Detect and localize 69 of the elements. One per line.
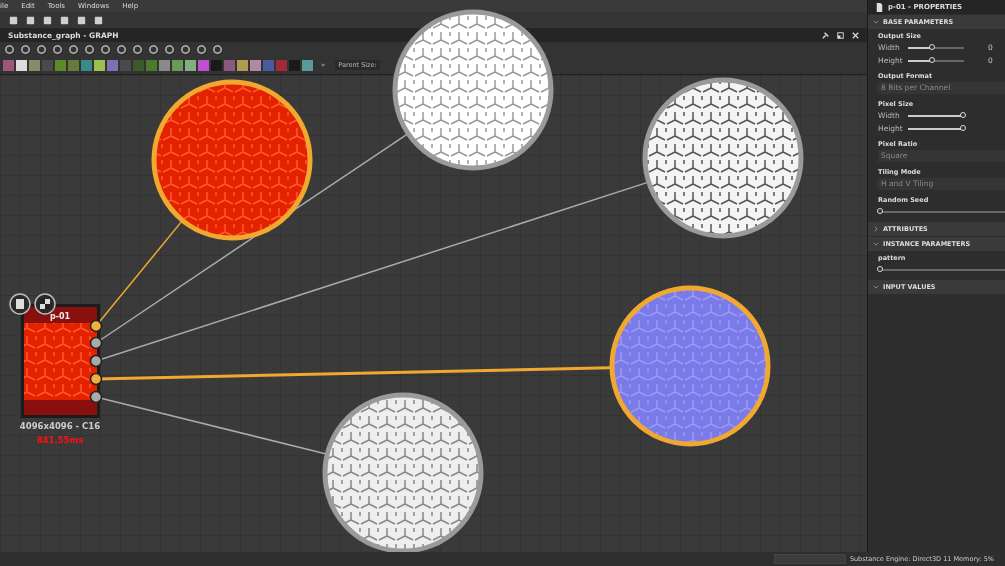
node-tool-icon[interactable] xyxy=(302,59,313,71)
document-icon[interactable] xyxy=(9,293,31,315)
node-tool-icon[interactable] xyxy=(224,59,235,71)
output-port[interactable] xyxy=(89,390,103,404)
node-tool-icon[interactable] xyxy=(263,59,274,71)
node-tool-icon[interactable] xyxy=(107,59,118,71)
tool-icon[interactable] xyxy=(4,43,15,55)
output-port[interactable] xyxy=(89,354,103,368)
slider[interactable] xyxy=(878,210,1005,213)
preview-node[interactable] xyxy=(322,392,484,554)
tool-icon[interactable] xyxy=(148,43,159,55)
chevron-icon xyxy=(873,284,879,290)
node-tool-icon[interactable] xyxy=(172,59,183,71)
node-tool-icon[interactable] xyxy=(276,59,287,71)
tool-icon[interactable] xyxy=(25,14,36,26)
tool-icon[interactable] xyxy=(84,43,95,55)
tool-icon[interactable] xyxy=(196,43,207,55)
tool-icon[interactable] xyxy=(42,14,53,26)
chevron-icon xyxy=(873,19,879,25)
node-tool-icon[interactable] xyxy=(55,59,66,71)
preview-node[interactable] xyxy=(151,79,313,241)
tool-icon[interactable] xyxy=(116,43,127,55)
node-tool-icon[interactable] xyxy=(16,59,27,71)
node-tool-icon[interactable] xyxy=(133,59,144,71)
node-tool-icon[interactable] xyxy=(146,59,157,71)
node-tool-icon[interactable] xyxy=(159,59,170,71)
tool-icon[interactable] xyxy=(164,43,175,55)
node-tool-icon[interactable] xyxy=(3,59,14,71)
output-port[interactable] xyxy=(89,319,103,333)
node-tool-icon[interactable] xyxy=(29,59,40,71)
node-tool-icon[interactable] xyxy=(198,59,209,71)
tool-icon[interactable] xyxy=(76,14,87,26)
node-size: 4096x4096 - C16 xyxy=(19,421,101,431)
tool-icon[interactable] xyxy=(93,14,104,26)
slider[interactable] xyxy=(908,114,964,117)
slider[interactable] xyxy=(908,127,964,130)
node-tool-icon[interactable] xyxy=(250,59,261,71)
node-tool-icon[interactable] xyxy=(94,59,105,71)
float-icon[interactable] xyxy=(835,29,846,41)
tool-icon[interactable] xyxy=(36,43,47,55)
tool-icon[interactable] xyxy=(68,43,79,55)
chevron-icon xyxy=(873,241,879,247)
slider[interactable] xyxy=(908,59,964,62)
preview-node[interactable] xyxy=(642,77,804,239)
node-tool-icon[interactable] xyxy=(237,59,248,71)
graph-node[interactable] xyxy=(21,304,100,418)
tool-icon[interactable] xyxy=(52,43,63,55)
slider[interactable] xyxy=(878,268,1005,271)
node-tool-icon[interactable] xyxy=(289,59,300,71)
node-time: 841.55ms xyxy=(36,435,84,445)
node-tool-icon[interactable] xyxy=(185,59,196,71)
preview-node[interactable] xyxy=(609,285,771,447)
node-tool-icon[interactable] xyxy=(81,59,92,71)
document-icon xyxy=(874,1,885,13)
output-port[interactable] xyxy=(89,372,103,386)
output-port[interactable] xyxy=(89,336,103,350)
tool-icon[interactable] xyxy=(100,43,111,55)
tool-icon[interactable] xyxy=(20,43,31,55)
preview-node[interactable] xyxy=(392,9,554,171)
chevron-icon xyxy=(873,226,879,232)
slider[interactable] xyxy=(908,46,964,49)
tool-icon[interactable] xyxy=(8,14,19,26)
node-tool-icon[interactable] xyxy=(68,59,79,71)
tool-icon[interactable] xyxy=(212,43,223,55)
tool-icon[interactable] xyxy=(59,14,70,26)
node-label: p-01 xyxy=(49,312,71,321)
tool-icon[interactable] xyxy=(180,43,191,55)
tool-icon[interactable] xyxy=(132,43,143,55)
node-tool-icon[interactable] xyxy=(211,59,222,71)
